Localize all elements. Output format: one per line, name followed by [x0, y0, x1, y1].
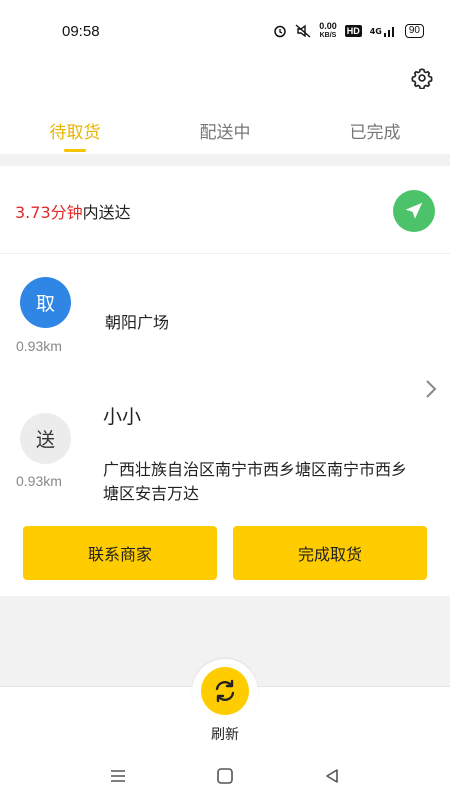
tab-pending-pickup[interactable]: 待取货 [0, 104, 150, 154]
order-detail-chevron[interactable] [423, 378, 439, 400]
pickup-badge: 取 [20, 277, 71, 328]
gear-icon [411, 68, 433, 89]
back-nav-button[interactable] [322, 766, 342, 786]
refresh-label: 刷新 [211, 727, 239, 743]
menu-icon [111, 770, 125, 782]
eta-time: 3.73分钟 [15, 203, 83, 222]
chevron-right-icon [426, 380, 437, 398]
home-nav-button[interactable] [215, 766, 235, 786]
tab-delivering[interactable]: 配送中 [150, 104, 300, 154]
net-speed-value: 0.00 [319, 21, 337, 31]
refresh-icon [215, 679, 235, 703]
battery-icon: 90 [404, 24, 424, 38]
eta-row: 3.73分钟内送达 [0, 166, 450, 254]
battery-level: 90 [408, 25, 420, 36]
hd-badge: HD [344, 25, 362, 37]
tab-label: 待取货 [49, 123, 101, 143]
dropoff-distance: 0.93km [16, 473, 62, 489]
signal-label: 4G [369, 26, 382, 36]
tab-label: 配送中 [199, 123, 251, 143]
home-square-icon [217, 768, 233, 784]
contact-merchant-button[interactable]: 联系商家 [23, 526, 217, 580]
navigate-button[interactable] [393, 190, 435, 232]
status-bar: 09:58 0.00 KB/S HD 4G 90 [0, 0, 450, 64]
net-speed: 0.00 KB/S [319, 22, 337, 40]
system-nav-bar [0, 752, 450, 800]
tab-active-indicator [64, 149, 86, 152]
refresh-button[interactable] [201, 667, 249, 715]
order-card: 3.73分钟内送达 取 0.93km 朝阳广场 送 0.93km 小小 广西壮族… [0, 166, 450, 596]
tab-completed[interactable]: 已完成 [300, 104, 450, 154]
mute-icon [295, 24, 311, 38]
tab-label: 已完成 [349, 123, 401, 143]
navigation-arrow-icon [405, 202, 423, 219]
customer-name: 小小 [103, 406, 142, 428]
divider [0, 154, 450, 166]
signal-icon: 4G [370, 25, 397, 37]
settings-button[interactable] [410, 66, 434, 90]
menu-nav-button[interactable] [108, 766, 128, 786]
dropoff-badge: 送 [20, 413, 71, 464]
finish-pickup-button[interactable]: 完成取货 [233, 526, 427, 580]
status-time: 09:58 [62, 23, 100, 40]
pickup-distance: 0.93km [16, 338, 62, 354]
net-speed-unit: KB/S [319, 32, 337, 39]
order-tabs: 待取货 配送中 已完成 [0, 104, 450, 154]
alarm-icon [273, 24, 287, 38]
eta-text: 3.73分钟内送达 [15, 199, 131, 223]
status-icons: 0.00 KB/S HD 4G 90 [273, 22, 424, 40]
customer-address: 广西壮族自治区南宁市西乡塘区南宁市西乡塘区安吉万达 [103, 460, 408, 503]
pickup-merchant-name: 朝阳广场 [105, 313, 170, 332]
back-triangle-icon [326, 769, 338, 783]
eta-suffix: 内送达 [82, 203, 131, 222]
